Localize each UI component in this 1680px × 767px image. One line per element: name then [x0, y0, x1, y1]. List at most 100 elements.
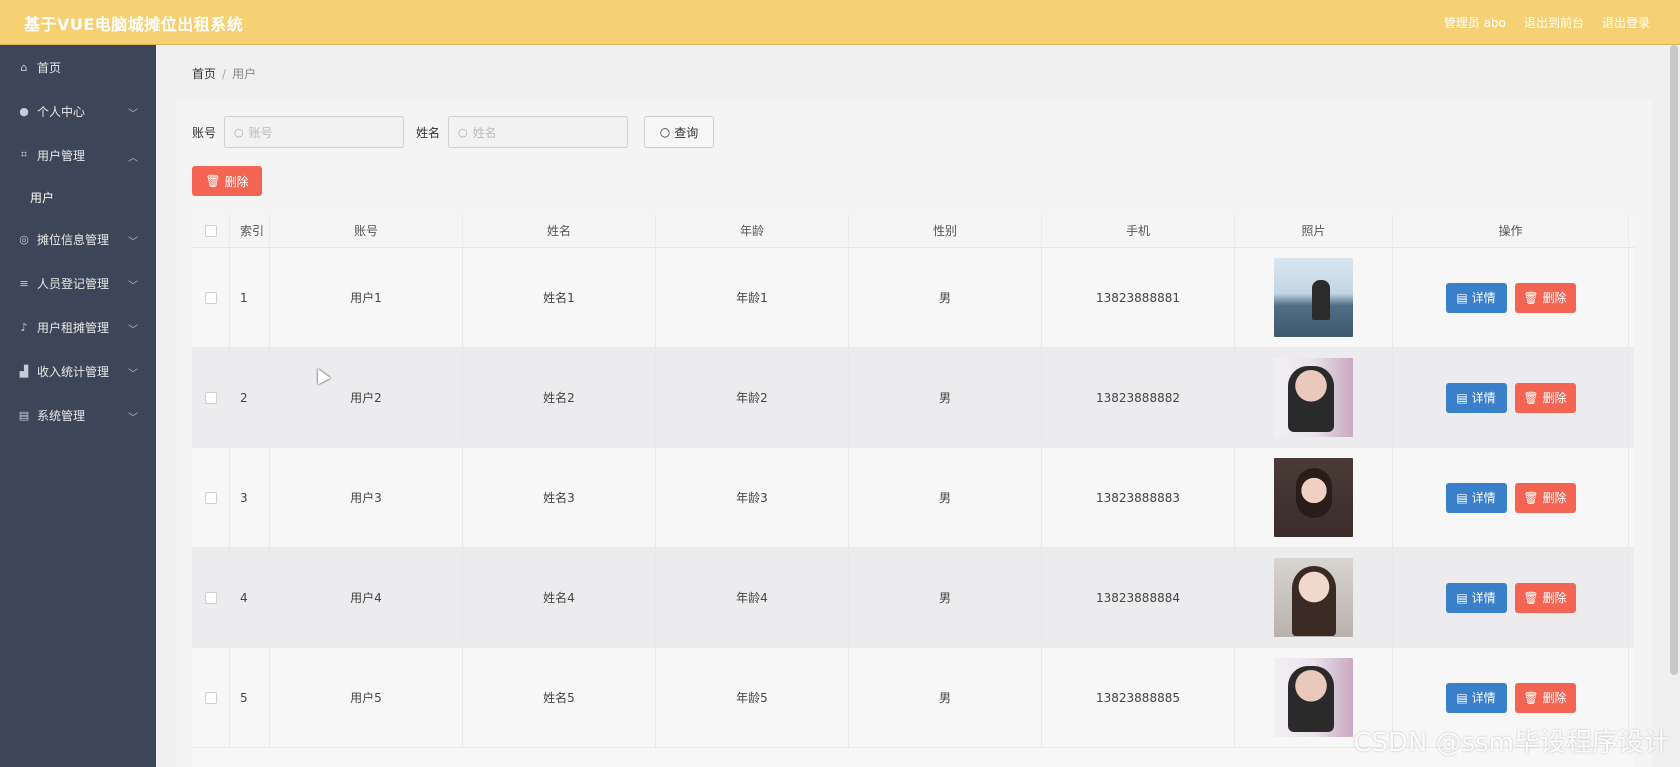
trash-icon: 🗑: [1523, 690, 1539, 705]
top-right-links: 管理员 abo 退出到前台 退出登录: [1444, 14, 1650, 31]
detail-label: 详情: [1471, 291, 1496, 305]
detail-button[interactable]: ▤ 详情: [1445, 282, 1507, 313]
trash-icon: 🗑: [1523, 490, 1539, 505]
chevron-up-icon: ︿: [128, 153, 138, 164]
detail-button[interactable]: ▤ 详情: [1445, 682, 1507, 713]
user-table: 索引 账号 姓名 年龄 性别 手机 照片 操作 1 用户1 姓名1 年龄1 男 …: [192, 214, 1634, 767]
back-to-front-link[interactable]: 退出到前台: [1524, 14, 1584, 31]
stack-icon: ≡: [19, 276, 29, 290]
page-scrollbar[interactable]: [1670, 45, 1678, 675]
cell-account: 用户4: [270, 548, 463, 647]
sidebar-item-home[interactable]: ⌂ 首页: [0, 45, 156, 89]
cell-gender: 男: [849, 248, 1042, 347]
cell-name: 姓名4: [463, 548, 656, 647]
chevron-down-icon: ﹀: [128, 109, 138, 120]
breadcrumb-home[interactable]: 首页: [192, 67, 216, 81]
row-delete-button[interactable]: 🗑 删除: [1514, 482, 1576, 513]
sidebar-item-label: 系统管理: [37, 408, 86, 423]
sidebar-item-income[interactable]: ▟ 收入统计管理 ﹀: [0, 349, 156, 393]
user-photo: [1274, 558, 1353, 637]
cell-index: 5: [230, 648, 270, 747]
doc-icon: ▤: [1456, 390, 1468, 405]
detail-label: 详情: [1471, 491, 1496, 505]
sidebar-item-system[interactable]: ▤ 系统管理 ﹀: [0, 393, 156, 437]
cell-index: 4: [230, 548, 270, 647]
row-checkbox[interactable]: [204, 491, 217, 504]
cell-phone: 13823888881: [1042, 248, 1235, 347]
select-all-checkbox[interactable]: [204, 224, 217, 237]
sidebar-subitem-user[interactable]: 用户: [0, 177, 156, 217]
header-name: 姓名: [463, 214, 656, 247]
sidebar-item-label: 收入统计管理: [37, 364, 110, 379]
query-button[interactable]: ○ 查询: [644, 116, 715, 148]
cell-phone: 13823888885: [1042, 648, 1235, 747]
table-row: 1 用户1 姓名1 年龄1 男 13823888881 ▤ 详情 🗑 删除: [192, 248, 1634, 348]
cell-age: 年龄4: [656, 548, 849, 647]
cell-age: 年龄1: [656, 248, 849, 347]
breadcrumb: 首页 / 用户: [192, 65, 256, 82]
home-icon: ⌂: [20, 60, 28, 74]
account-label: 账号: [192, 125, 217, 140]
app-title: 基于VUE电脑城摊位出租系统: [24, 15, 244, 34]
header-age: 年龄: [656, 214, 849, 247]
sidebar-item-registration[interactable]: ≡ 人员登记管理 ﹀: [0, 261, 156, 305]
select-all-cell: [192, 214, 230, 247]
detail-button[interactable]: ▤ 详情: [1445, 582, 1507, 613]
circle-icon: ◎: [19, 232, 29, 246]
name-search-input[interactable]: ○ 姓名: [448, 116, 629, 148]
table-row: 2 用户2 姓名2 年龄2 男 13823888882 ▤ 详情 🗑 删除: [192, 348, 1634, 448]
sidebar-item-profile[interactable]: ● 个人中心 ﹀: [0, 89, 156, 133]
mic-icon: ♪: [20, 320, 28, 334]
query-button-label: 查询: [674, 125, 699, 140]
sidebar-item-user-mgmt[interactable]: ⌗ 用户管理 ︿: [0, 133, 156, 177]
row-checkbox[interactable]: [204, 591, 217, 604]
sidebar-item-rental[interactable]: ♪ 用户租摊管理 ﹀: [0, 305, 156, 349]
search-icon: ○: [659, 125, 671, 139]
row-checkbox[interactable]: [204, 691, 217, 704]
sidebar: ⌂ 首页 ● 个人中心 ﹀ ⌗ 用户管理 ︿ 用户 ◎ 摊位信息管理 ﹀ ≡ 人…: [0, 45, 156, 767]
row-delete-label: 删除: [1542, 391, 1567, 405]
detail-button[interactable]: ▤ 详情: [1445, 482, 1507, 513]
row-checkbox[interactable]: [204, 391, 217, 404]
user-photo: [1274, 658, 1353, 737]
name-label: 姓名: [416, 125, 441, 140]
breadcrumb-separator: /: [222, 67, 227, 81]
trash-icon: 🗑: [205, 174, 221, 188]
sidebar-item-stall-info[interactable]: ◎ 摊位信息管理 ﹀: [0, 217, 156, 261]
row-checkbox[interactable]: [204, 291, 217, 304]
logout-link[interactable]: 退出登录: [1602, 14, 1650, 31]
row-delete-button[interactable]: 🗑 删除: [1514, 582, 1576, 613]
cell-account: 用户5: [270, 648, 463, 747]
sidebar-item-label: 摊位信息管理: [37, 232, 110, 247]
user-icon: ●: [19, 104, 29, 118]
chevron-down-icon: ﹀: [128, 325, 138, 336]
account-search-input[interactable]: ○ 账号: [224, 116, 405, 148]
detail-button[interactable]: ▤ 详情: [1445, 382, 1507, 413]
detail-label: 详情: [1471, 591, 1496, 605]
row-delete-button[interactable]: 🗑 删除: [1514, 382, 1576, 413]
cell-age: 年龄2: [656, 348, 849, 447]
watermark: CSDN @ssm毕设程序设计: [1353, 728, 1670, 758]
cell-name: 姓名5: [463, 648, 656, 747]
batch-delete-button[interactable]: 🗑 删除: [192, 166, 262, 196]
trash-icon: 🗑: [1523, 390, 1539, 405]
cell-age: 年龄5: [656, 648, 849, 747]
header-gender: 性别: [849, 214, 1042, 247]
cell-name: 姓名3: [463, 448, 656, 547]
search-bar: 账号 ○ 账号 姓名 ○ 姓名 ○ 查询: [192, 116, 715, 148]
sidebar-item-label: 人员登记管理: [37, 276, 110, 291]
user-photo: [1274, 458, 1353, 537]
cell-phone: 13823888883: [1042, 448, 1235, 547]
table-row: 4 用户4 姓名4 年龄4 男 13823888884 ▤ 详情 🗑 删除: [192, 548, 1634, 648]
row-delete-button[interactable]: 🗑 删除: [1514, 282, 1576, 313]
row-delete-label: 删除: [1542, 291, 1567, 305]
row-delete-button[interactable]: 🗑 删除: [1514, 682, 1576, 713]
list-panel: 账号 ○ 账号 姓名 ○ 姓名 ○ 查询 🗑 删除 索引 账号 姓名 年龄 性别…: [176, 100, 1652, 767]
cell-phone: 13823888884: [1042, 548, 1235, 647]
cell-age: 年龄3: [656, 448, 849, 547]
cell-gender: 男: [849, 648, 1042, 747]
cell-gender: 男: [849, 548, 1042, 647]
cell-index: 2: [230, 348, 270, 447]
detail-label: 详情: [1471, 391, 1496, 405]
admin-label: 管理员 abo: [1443, 16, 1506, 30]
